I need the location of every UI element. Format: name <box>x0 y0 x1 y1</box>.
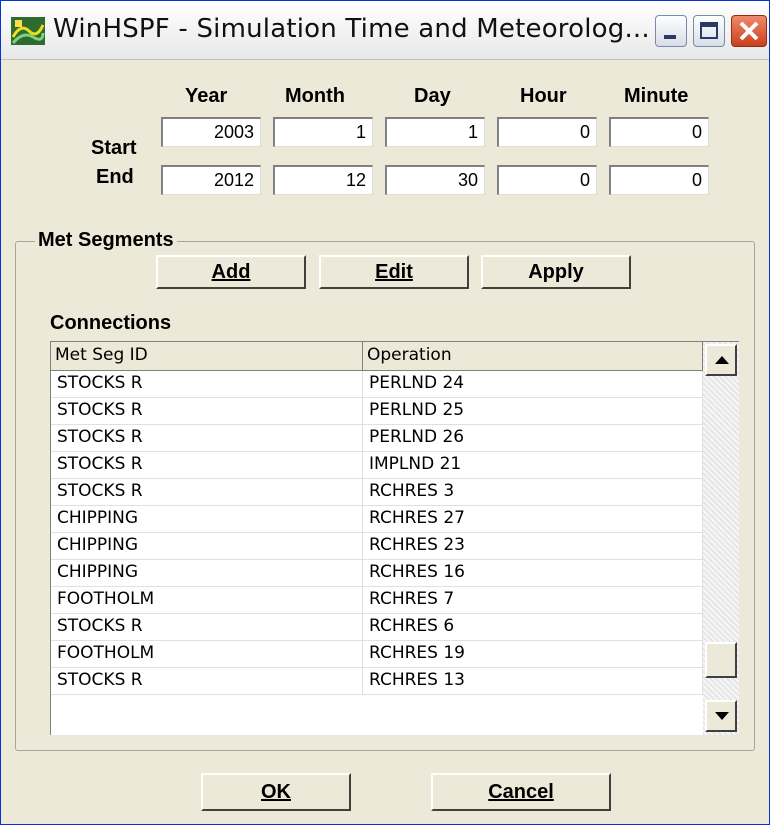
connections-table[interactable]: Met Seg ID Operation STOCKS R PERLND 24 … <box>50 341 703 735</box>
cancel-button[interactable]: Cancel <box>431 773 611 811</box>
table-row[interactable]: FOOTHOLM RCHRES 19 <box>51 641 703 668</box>
operation-cell: RCHRES 13 <box>363 668 703 694</box>
title-bar[interactable]: WinHSPF - Simulation Time and Meteorolog… <box>1 1 769 60</box>
met-seg-id-cell: FOOTHOLM <box>51 587 363 613</box>
operation-cell: PERLND 26 <box>363 425 703 451</box>
met-seg-id-cell: STOCKS R <box>51 614 363 640</box>
met-seg-id-cell: STOCKS R <box>51 479 363 505</box>
close-button[interactable] <box>731 15 767 47</box>
connections-label: Connections <box>50 312 172 334</box>
end-label: End <box>96 166 134 188</box>
operation-cell: RCHRES 7 <box>363 587 703 613</box>
apply-button[interactable]: Apply <box>481 255 631 289</box>
end-month-field[interactable]: 12 <box>273 165 373 195</box>
table-row[interactable]: CHIPPING RCHRES 27 <box>51 506 703 533</box>
end-year-field[interactable]: 2012 <box>161 165 261 195</box>
operation-cell: PERLND 25 <box>363 398 703 424</box>
end-day-field[interactable]: 30 <box>385 165 485 195</box>
table-row[interactable]: FOOTHOLM RCHRES 7 <box>51 587 703 614</box>
add-button[interactable]: Add <box>156 255 306 289</box>
maximize-button[interactable] <box>693 15 725 47</box>
header-operation[interactable]: Operation <box>363 342 703 370</box>
edit-button-label: Edit <box>375 261 413 283</box>
operation-cell: PERLND 24 <box>363 371 703 397</box>
winhspf-app-icon <box>11 17 45 45</box>
operation-cell: RCHRES 27 <box>363 506 703 532</box>
close-icon <box>739 21 759 41</box>
hour-header: Hour <box>520 85 567 107</box>
apply-button-label: Apply <box>528 261 584 283</box>
table-row[interactable]: STOCKS R PERLND 25 <box>51 398 703 425</box>
start-month-field[interactable]: 1 <box>273 117 373 147</box>
start-day-field[interactable]: 1 <box>385 117 485 147</box>
met-seg-id-cell: STOCKS R <box>51 371 363 397</box>
arrow-up-icon <box>715 356 729 364</box>
arrow-down-icon <box>715 712 729 720</box>
start-label: Start <box>91 137 137 159</box>
operation-cell: RCHRES 3 <box>363 479 703 505</box>
table-row[interactable]: STOCKS R PERLND 26 <box>51 425 703 452</box>
day-header: Day <box>414 85 451 107</box>
minimize-button[interactable] <box>655 15 687 47</box>
table-row[interactable]: STOCKS R PERLND 24 <box>51 371 703 398</box>
minimize-icon <box>664 35 676 39</box>
met-seg-id-cell: CHIPPING <box>51 533 363 559</box>
table-row[interactable]: STOCKS R IMPLND 21 <box>51 452 703 479</box>
end-minute-field[interactable]: 0 <box>609 165 709 195</box>
year-header: Year <box>185 85 228 107</box>
table-row[interactable]: STOCKS R RCHRES 6 <box>51 614 703 641</box>
start-minute-field[interactable]: 0 <box>609 117 709 147</box>
table-row[interactable]: STOCKS R RCHRES 3 <box>51 479 703 506</box>
dialog-window: WinHSPF - Simulation Time and Meteorolog… <box>0 0 770 825</box>
met-seg-id-cell: STOCKS R <box>51 425 363 451</box>
minute-header: Minute <box>624 85 689 107</box>
ok-button-label: OK <box>261 781 291 803</box>
table-scrollbar[interactable] <box>703 341 739 735</box>
met-seg-id-cell: CHIPPING <box>51 560 363 586</box>
operation-cell: RCHRES 16 <box>363 560 703 586</box>
scroll-up-button[interactable] <box>705 344 737 376</box>
cancel-button-label: Cancel <box>488 781 554 803</box>
ok-button[interactable]: OK <box>201 773 351 811</box>
met-seg-id-cell: STOCKS R <box>51 452 363 478</box>
edit-button[interactable]: Edit <box>319 255 469 289</box>
table-row[interactable]: STOCKS R RCHRES 13 <box>51 668 703 695</box>
window-title: WinHSPF - Simulation Time and Meteorolog… <box>53 14 650 44</box>
scroll-thumb[interactable] <box>705 642 737 678</box>
operation-cell: RCHRES 19 <box>363 641 703 667</box>
met-seg-id-cell: STOCKS R <box>51 668 363 694</box>
table-row[interactable]: CHIPPING RCHRES 16 <box>51 560 703 587</box>
operation-cell: IMPLND 21 <box>363 452 703 478</box>
month-header: Month <box>285 85 345 107</box>
add-button-label: Add <box>211 261 251 283</box>
met-segments-title: Met Segments <box>35 229 177 252</box>
met-seg-id-cell: STOCKS R <box>51 398 363 424</box>
end-hour-field[interactable]: 0 <box>497 165 597 195</box>
met-seg-id-cell: CHIPPING <box>51 506 363 532</box>
header-met-seg-id[interactable]: Met Seg ID <box>51 342 363 370</box>
start-hour-field[interactable]: 0 <box>497 117 597 147</box>
maximize-icon <box>700 22 718 39</box>
scroll-down-button[interactable] <box>705 700 737 732</box>
operation-cell: RCHRES 23 <box>363 533 703 559</box>
table-row[interactable]: CHIPPING RCHRES 23 <box>51 533 703 560</box>
table-header: Met Seg ID Operation <box>51 342 703 371</box>
met-seg-id-cell: FOOTHOLM <box>51 641 363 667</box>
start-year-field[interactable]: 2003 <box>161 117 261 147</box>
operation-cell: RCHRES 6 <box>363 614 703 640</box>
